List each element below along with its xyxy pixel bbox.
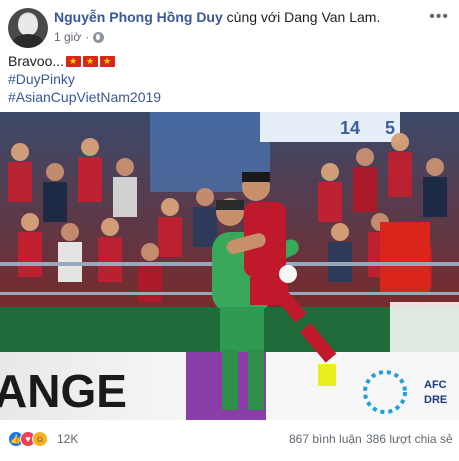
photo-scene: 14 5 ANGE AFC DRE (0, 112, 459, 420)
tagged-friend-link[interactable]: Dang Van Lam (284, 9, 376, 25)
vietnam-flag-icon (66, 54, 82, 68)
afc-text-2: DRE (424, 394, 447, 406)
avatar-body (12, 34, 44, 48)
time-separator: · (85, 30, 90, 44)
post-message: Bravoo... (8, 53, 65, 69)
post-time-link[interactable]: 1 giờ (54, 30, 81, 44)
post-text-line: Bravoo... (8, 52, 161, 70)
post-text-line: #AsianCupVietNam2019 (8, 88, 161, 106)
author-avatar[interactable] (8, 8, 48, 48)
shares-count-link[interactable]: 386 lượt chia sẻ (366, 432, 453, 446)
post-text-line: #DuyPinky (8, 70, 161, 88)
vietnam-flag-icon (100, 54, 116, 68)
post-photo[interactable]: 14 5 ANGE AFC DRE (0, 112, 459, 420)
scoreboard-panel (260, 112, 400, 142)
hashtag-link[interactable]: #DuyPinky (8, 70, 75, 88)
with-text: cùng với (226, 9, 281, 25)
side-board (390, 302, 459, 352)
waving-flag (380, 222, 430, 292)
globe-icon[interactable] (93, 31, 105, 43)
reaction-icons[interactable]: 👍 ♥ ☺ (8, 431, 48, 447)
reaction-count[interactable]: 12K (57, 432, 78, 446)
scoreboard-number-2: 5 (385, 118, 395, 138)
reactions-bar: 👍 ♥ ☺ 12K 867 bình luận 386 lượt chia sẻ (0, 424, 459, 452)
afc-text: AFC (424, 379, 447, 391)
hashtag-link[interactable]: #AsianCupVietNam2019 (8, 88, 161, 106)
post-header: Nguyễn Phong Hồng Duy cùng với Dang Van … (0, 0, 459, 50)
vietnam-flag-icon (83, 54, 99, 68)
tagged-suffix: . (376, 9, 381, 25)
board-text: ANGE (0, 365, 127, 417)
post-meta: 1 giờ · (54, 30, 105, 44)
more-options-button[interactable]: ••• (429, 8, 449, 26)
comments-count-link[interactable]: 867 bình luận (289, 432, 362, 446)
post-text: Bravoo... #DuyPinky #AsianCupVietNam2019 (8, 52, 161, 106)
scoreboard-number: 14 (340, 118, 360, 138)
header-line: Nguyễn Phong Hồng Duy cùng với Dang Van … (54, 9, 380, 25)
haha-icon[interactable]: ☺ (32, 431, 48, 447)
author-name-link[interactable]: Nguyễn Phong Hồng Duy (54, 9, 223, 25)
avatar-face (18, 14, 38, 36)
